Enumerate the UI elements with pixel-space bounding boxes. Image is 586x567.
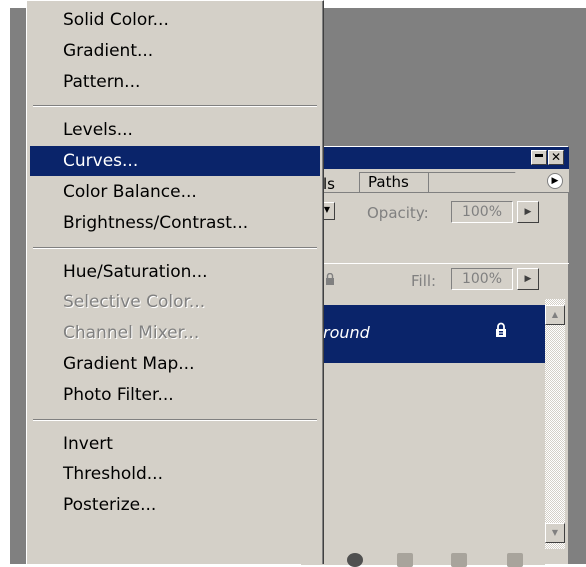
layers-panel: ✕ ls Paths ▶ ▼ Opacity: 100% ▶ Fill: 100… xyxy=(300,146,569,567)
lock-icon xyxy=(496,322,506,337)
menu-item-posterize[interactable]: Posterize... xyxy=(30,490,320,520)
menu-separator xyxy=(33,418,317,421)
menu-separator xyxy=(33,246,317,249)
panel-bottom-toolbar xyxy=(301,549,569,567)
menu-item-threshold[interactable]: Threshold... xyxy=(30,459,320,489)
menu-item-hue-saturation[interactable]: Hue/Saturation... xyxy=(30,257,320,287)
menu-item-invert[interactable]: Invert xyxy=(30,429,320,459)
adjustment-layer-menu: Solid Color... Gradient... Pattern... Level… xyxy=(26,0,324,564)
layers-scrollbar[interactable]: ▲ ▼ xyxy=(545,299,565,549)
opacity-stepper-button[interactable]: ▶ xyxy=(517,201,539,223)
tab-channels[interactable]: ls xyxy=(323,175,335,193)
minimize-icon[interactable] xyxy=(531,150,547,165)
fill-stepper-button[interactable]: ▶ xyxy=(517,268,539,290)
new-layer-icon[interactable] xyxy=(451,553,467,567)
panel-menu-arrow-icon[interactable]: ▶ xyxy=(547,173,563,189)
tab-paths[interactable]: Paths xyxy=(359,172,429,192)
menu-item-brightness-contrast[interactable]: Brightness/Contrast... xyxy=(30,208,320,238)
menu-item-curves[interactable]: Curves... xyxy=(30,146,320,177)
opacity-field[interactable]: 100% xyxy=(451,201,513,223)
tab-divider xyxy=(425,172,528,193)
fill-field[interactable]: 100% xyxy=(451,268,513,290)
menu-item-channel-mixer: Channel Mixer... xyxy=(63,323,200,344)
layer-name: round xyxy=(323,323,370,342)
trash-icon[interactable] xyxy=(507,553,523,567)
opacity-row: ▼ Opacity: 100% ▶ xyxy=(301,193,569,231)
menu-item-gradient-map[interactable]: Gradient Map... xyxy=(30,349,320,379)
menu-item-gradient[interactable]: Gradient... xyxy=(30,36,320,66)
new-group-icon[interactable] xyxy=(397,553,413,567)
layers-list: round xyxy=(301,299,545,565)
panel-tab-row: ls Paths ▶ xyxy=(301,169,569,193)
menu-item-pattern[interactable]: Pattern... xyxy=(30,67,320,97)
panel-titlebar[interactable]: ✕ xyxy=(301,147,569,169)
menu-item-photo-filter[interactable]: Photo Filter... xyxy=(30,380,320,410)
layer-mask-icon[interactable] xyxy=(347,553,363,567)
menu-item-levels[interactable]: Levels... xyxy=(30,115,320,145)
arrow-up-icon[interactable]: ▲ xyxy=(545,305,565,325)
menu-item-solid-color[interactable]: Solid Color... xyxy=(30,5,320,35)
fill-row: Fill: 100% ▶ xyxy=(301,263,569,297)
menu-separator xyxy=(33,105,317,108)
close-icon[interactable]: ✕ xyxy=(548,150,564,165)
menu-item-color-balance[interactable]: Color Balance... xyxy=(30,177,320,207)
arrow-down-icon[interactable]: ▼ xyxy=(545,523,565,543)
menu-item-selective-color: Selective Color... xyxy=(63,292,206,313)
lock-transparency-icon[interactable] xyxy=(325,273,335,285)
opacity-label: Opacity: xyxy=(367,204,429,222)
fill-label: Fill: xyxy=(411,272,437,290)
layer-row-background[interactable]: round xyxy=(301,305,545,363)
